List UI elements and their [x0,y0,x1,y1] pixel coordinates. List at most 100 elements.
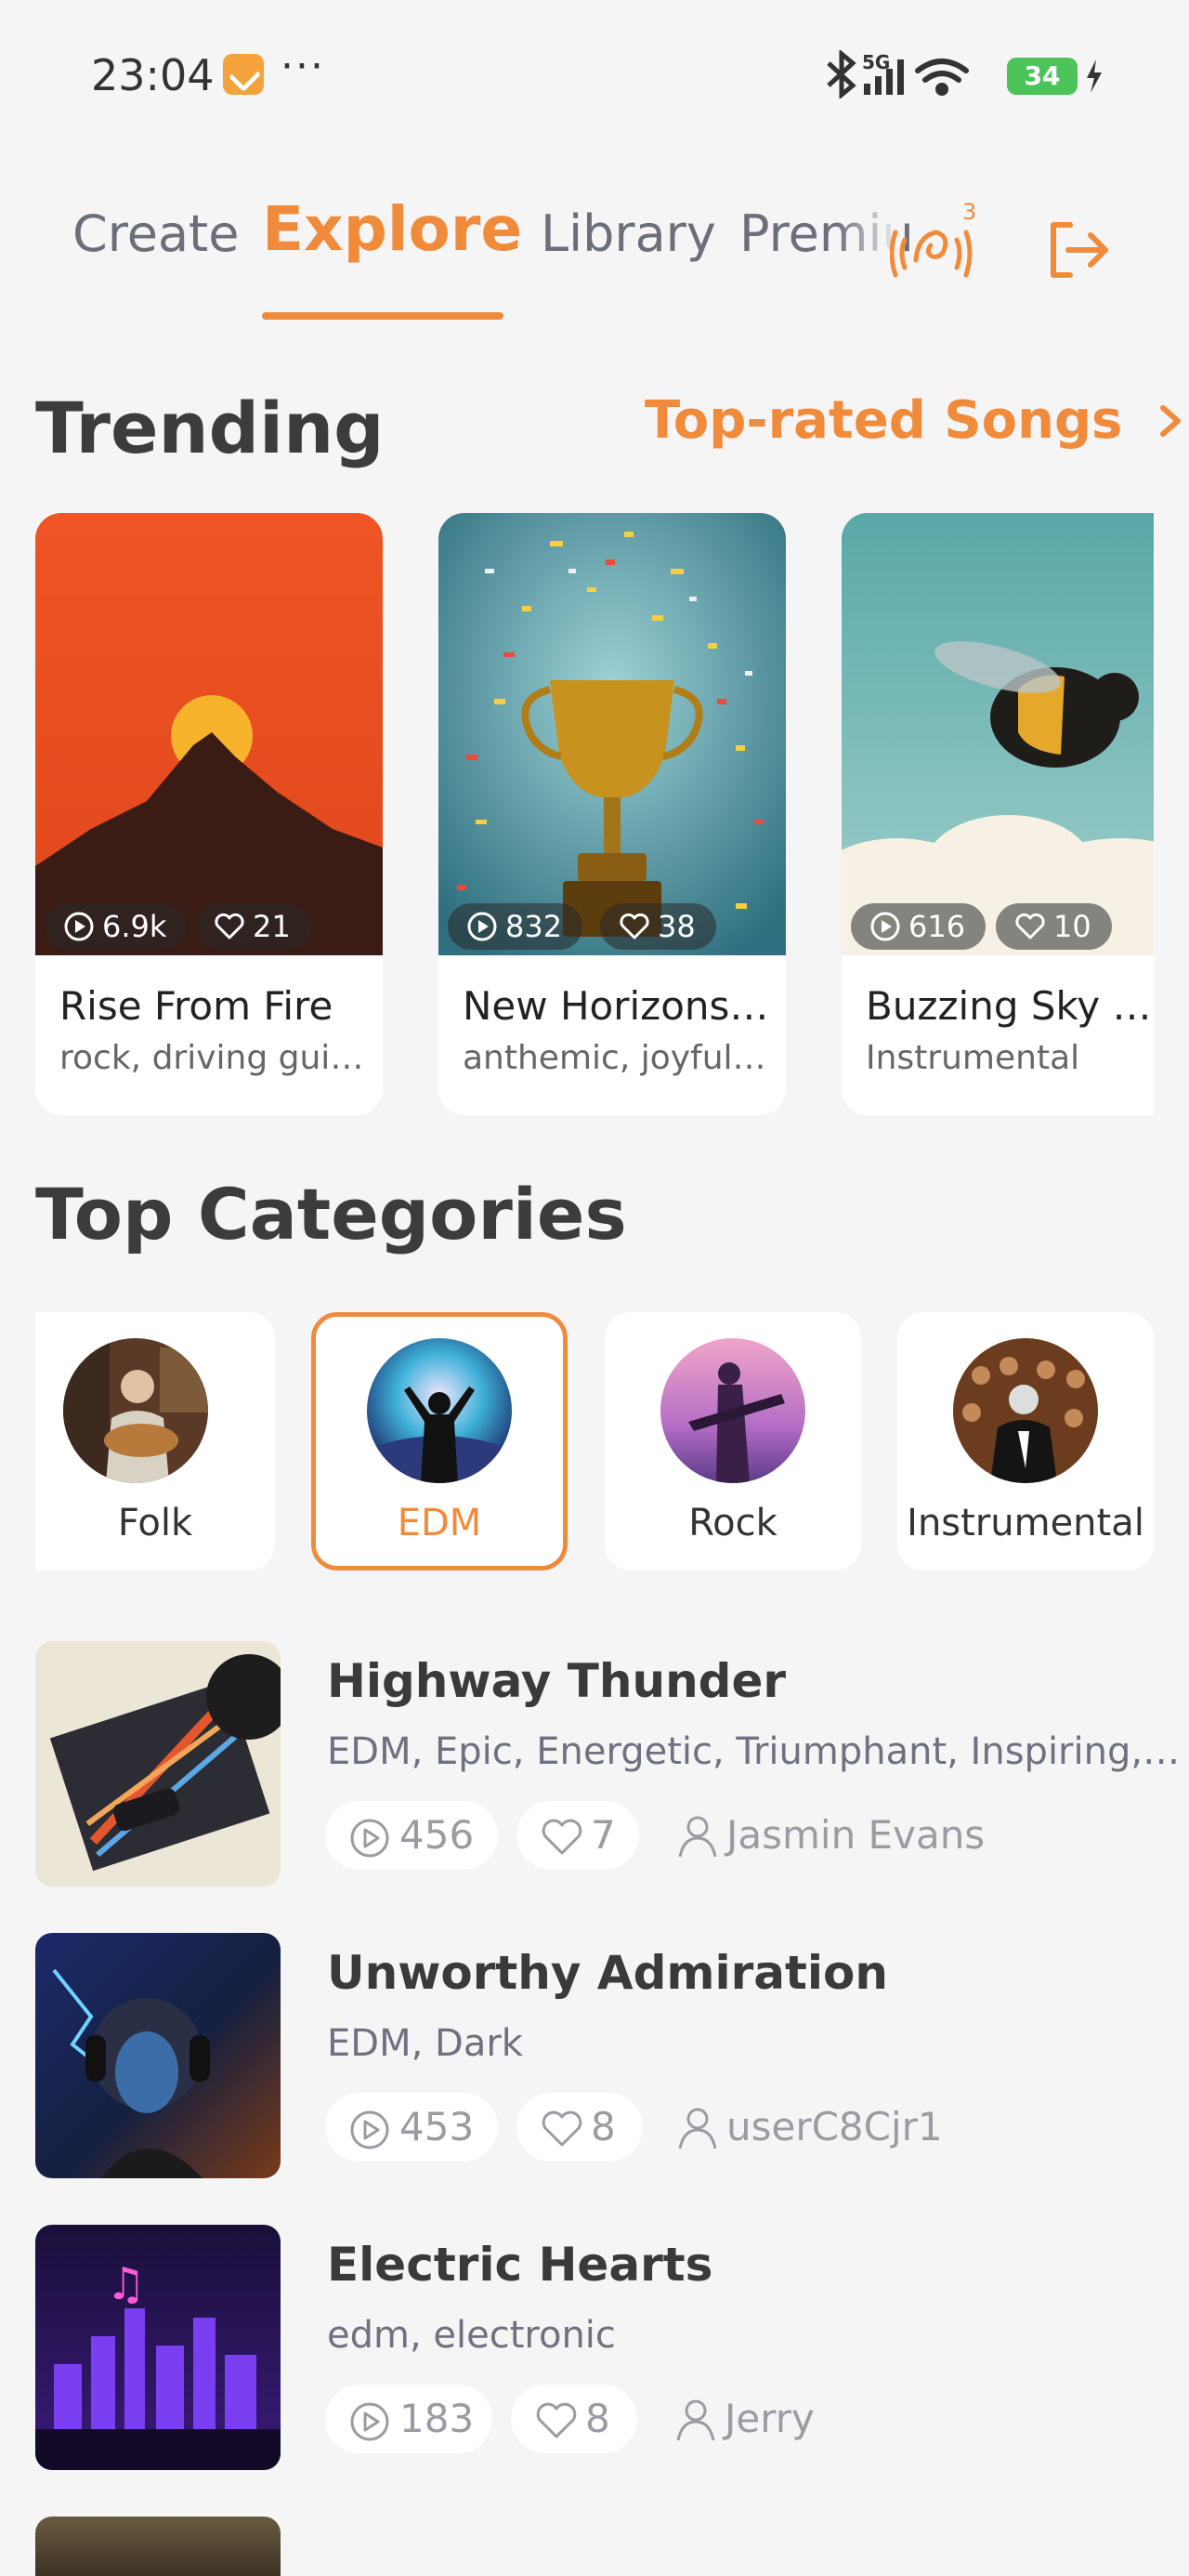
logout-button[interactable] [1046,219,1111,281]
play-count-icon [350,2110,389,2149]
plays-pill: 183 [325,2385,492,2453]
more-notifications-icon: ··· [281,43,325,90]
likes-count: 10 [1053,909,1091,944]
plays-count: 832 [505,909,563,944]
category-image-instrumental [953,1338,1098,1483]
logout-icon [1051,222,1108,278]
charging-icon [1087,59,1102,93]
plays-badge: 616 [851,903,986,950]
play-count-icon [350,2402,389,2441]
trending-card[interactable]: 616 10 Buzzing Sky Symphony Instrumental [842,513,1154,1115]
song-thumbnail-unworthy-admiration [35,1933,281,2178]
song-tags: rock, driving guitar [59,1039,370,1077]
likes-badge: 21 [195,903,311,950]
tab-create[interactable]: Create [72,204,239,263]
plays-count: 6.9k [102,909,167,944]
song-thumbnail-highway-thunder [35,1641,281,1886]
user-icon [678,1816,717,1858]
song-list-item-partial[interactable] [35,2517,281,2576]
likes-badge: 38 [600,903,716,950]
plays-count: 453 [399,2104,475,2149]
song-title: Unworthy Admiration [327,1946,889,2000]
user-icon [676,2399,715,2441]
notification-count: 3 [962,199,976,225]
song-list-item[interactable]: Unworthy Admiration EDM, Dark 453 8 user… [35,1933,1169,2178]
active-tab-indicator [262,312,503,320]
song-title: New Horizons Anthem [463,983,778,1029]
category-edm[interactable]: EDM [311,1312,568,1571]
sound-wave-icon [890,230,973,278]
song-list-item[interactable]: Highway Thunder EDM, Epic, Energetic, Tr… [35,1641,1187,1886]
song-thumbnail-electric-hearts: ♫ [35,2225,281,2470]
heart-icon [215,913,244,940]
plays-count: 456 [399,1812,475,1858]
song-tags: EDM, Epic, Energetic, Triumphant, Inspir… [327,1730,1187,1773]
song-title: Rise From Fire [59,983,333,1029]
likes-pill[interactable]: 8 [511,2385,637,2453]
category-label: Folk [117,1502,193,1544]
heart-icon [536,2402,577,2438]
play-count-icon [64,912,94,941]
song-tags: edm, electronic [327,2314,616,2357]
status-time: 23:04 [91,50,215,100]
likes-count: 21 [253,909,291,944]
cover-image-mountain-sunset [35,513,383,955]
song-author[interactable]: Jerry [674,2385,815,2453]
battery-indicator: 34 [1007,58,1078,95]
plays-badge: 832 [448,903,583,950]
author-name: userC8Cjr1 [726,2104,943,2149]
network-label: 5G [862,51,890,73]
notification-button[interactable]: 3 [890,199,983,292]
song-title: Buzzing Sky Symphony [866,983,1152,1029]
likes-count: 8 [591,2104,616,2149]
song-list-item[interactable]: ♫ Electric Hearts edm, electronic 183 8 … [35,2225,1169,2470]
heart-icon [542,2110,582,2147]
wifi-icon [915,59,969,96]
song-tags: Instrumental [866,1039,1080,1077]
heart-icon [1015,913,1045,940]
svg-text:♫: ♫ [106,2258,146,2310]
song-author[interactable]: userC8Cjr1 [676,2093,943,2162]
status-icons: 5G [827,50,969,99]
likes-count: 7 [591,1812,616,1858]
tab-explore[interactable]: Explore [262,193,522,265]
play-count-icon [467,912,497,941]
category-image-edm [367,1338,512,1483]
category-image-folk [63,1338,209,1483]
category-rock[interactable]: Rock [605,1312,861,1571]
status-bar: 23:04 ··· 5G 34 [0,0,1189,149]
likes-count: 38 [658,909,696,944]
song-author[interactable]: Jasmin Evans [676,1801,985,1870]
heart-icon [620,913,649,940]
trending-card[interactable]: 832 38 New Horizons Anthem anthemic, joy… [438,513,786,1115]
plays-count: 183 [399,2396,475,2441]
play-count-icon [870,912,900,941]
song-title: Electric Hearts [327,2238,713,2292]
trending-title: Trending [35,387,385,469]
cover-image-bee-sky [842,513,1154,955]
category-instrumental[interactable]: Instrumental [897,1312,1154,1571]
top-rated-songs-link[interactable]: Top-rated Songs [645,390,1189,451]
song-tags: EDM, Dark [327,2022,523,2065]
trending-card[interactable]: 6.9k 21 Rise From Fire rock, driving gui… [35,513,383,1115]
category-label: Instrumental [907,1502,1144,1544]
play-count-icon [350,1819,389,1858]
likes-pill[interactable]: 8 [516,2093,643,2162]
author-name: Jasmin Evans [726,1812,986,1858]
user-icon [678,2108,717,2149]
song-tags: anthemic, joyful, uplifting [463,1039,773,1077]
chevron-right-icon [1159,405,1181,437]
likes-pill[interactable]: 7 [516,1801,639,1870]
top-rated-songs-label: Top-rated Songs [645,390,1123,451]
author-name: Jerry [725,2396,815,2441]
tab-library[interactable]: Library [541,204,716,263]
plays-count: 616 [908,909,966,944]
plays-pill: 456 [325,1801,498,1870]
category-label: Rock [688,1502,777,1544]
category-folk[interactable]: Folk [35,1312,275,1571]
cover-image-trophy-confetti [438,513,786,955]
bluetooth-icon [827,50,856,99]
category-image-rock [660,1338,805,1483]
category-label: EDM [397,1502,482,1544]
plays-pill: 453 [325,2093,498,2162]
